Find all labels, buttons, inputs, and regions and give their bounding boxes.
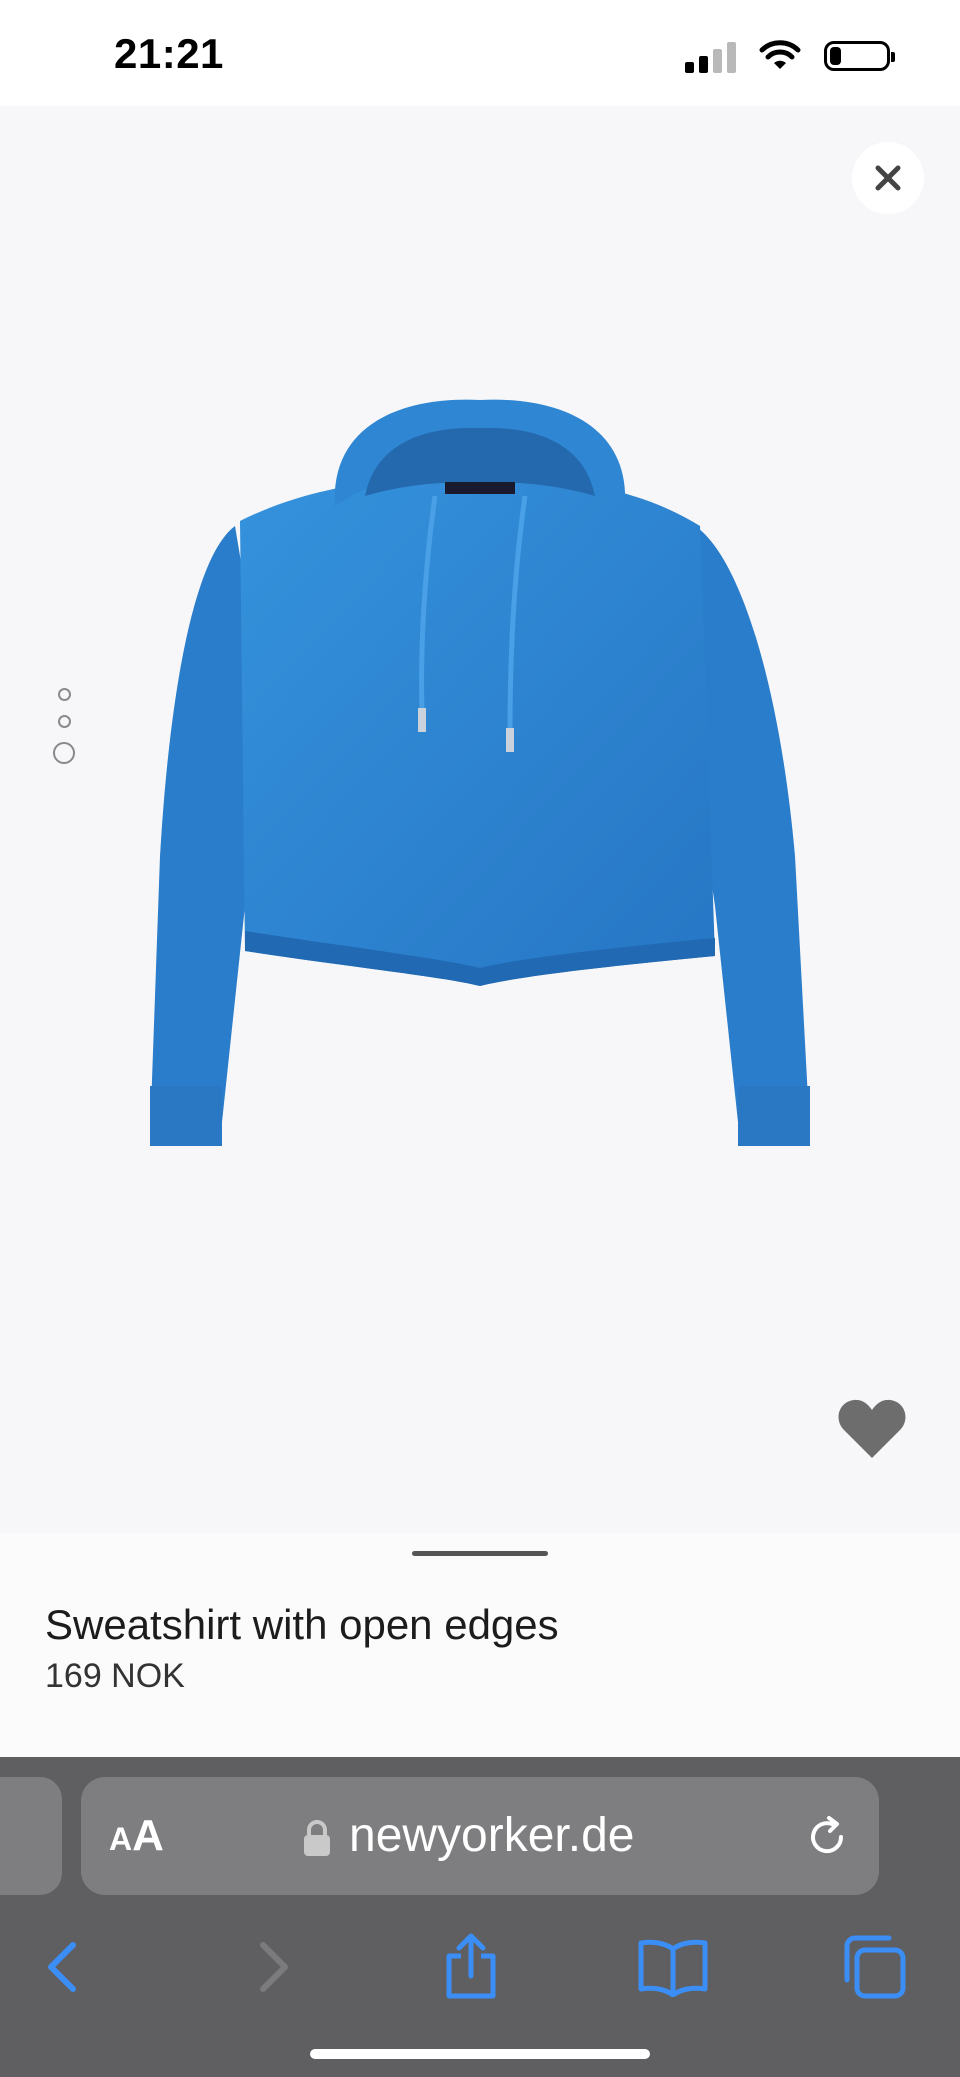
text-size-button[interactable]: AA	[109, 1811, 164, 1861]
browser-chrome: AA newyorker.de	[0, 1757, 960, 2077]
status-time: 21:21	[114, 30, 224, 77]
previous-tab-peek[interactable]	[0, 1777, 62, 1895]
cellular-signal-icon	[685, 39, 736, 73]
product-image	[150, 399, 810, 1146]
forward-button[interactable]	[228, 1917, 318, 2017]
battery-icon	[824, 41, 895, 71]
back-button[interactable]	[18, 1917, 108, 2017]
pager-dot[interactable]	[53, 742, 75, 764]
wifi-icon	[759, 40, 801, 69]
address-bar[interactable]: AA newyorker.de	[81, 1777, 879, 1895]
product-gallery[interactable]	[0, 106, 960, 1533]
pager-dot[interactable]	[57, 688, 71, 701]
product-price: 169 NOK	[45, 1657, 185, 1695]
close-icon	[875, 165, 901, 191]
tabs-button[interactable]	[830, 1917, 920, 2017]
url-text[interactable]: newyorker.de	[349, 1808, 635, 1863]
reload-icon[interactable]	[803, 1813, 851, 1861]
status-bar: 21:21	[0, 0, 960, 106]
heart-icon	[838, 1399, 906, 1458]
battery-level	[830, 47, 841, 65]
pager-dot[interactable]	[57, 715, 71, 728]
wishlist-button[interactable]	[836, 1396, 908, 1462]
tabs-icon	[844, 1935, 906, 1999]
bookmarks-icon	[638, 1939, 708, 1997]
product-info-sheet[interactable]: Sweatshirt with open edges 169 NOK	[0, 1533, 960, 1757]
image-pager[interactable]	[52, 688, 76, 764]
browser-toolbar	[0, 1917, 960, 2017]
share-icon	[446, 1933, 496, 1999]
status-icons	[685, 36, 895, 76]
sheet-grab-handle[interactable]	[412, 1551, 548, 1556]
close-button[interactable]	[852, 142, 924, 214]
lock-icon	[304, 1820, 330, 1856]
product-title: Sweatshirt with open edges	[45, 1601, 559, 1648]
home-indicator[interactable]	[310, 2049, 650, 2059]
forward-icon	[260, 1942, 288, 1992]
bookmarks-button[interactable]	[628, 1917, 718, 2017]
back-icon	[48, 1942, 76, 1992]
share-button[interactable]	[426, 1917, 516, 2017]
